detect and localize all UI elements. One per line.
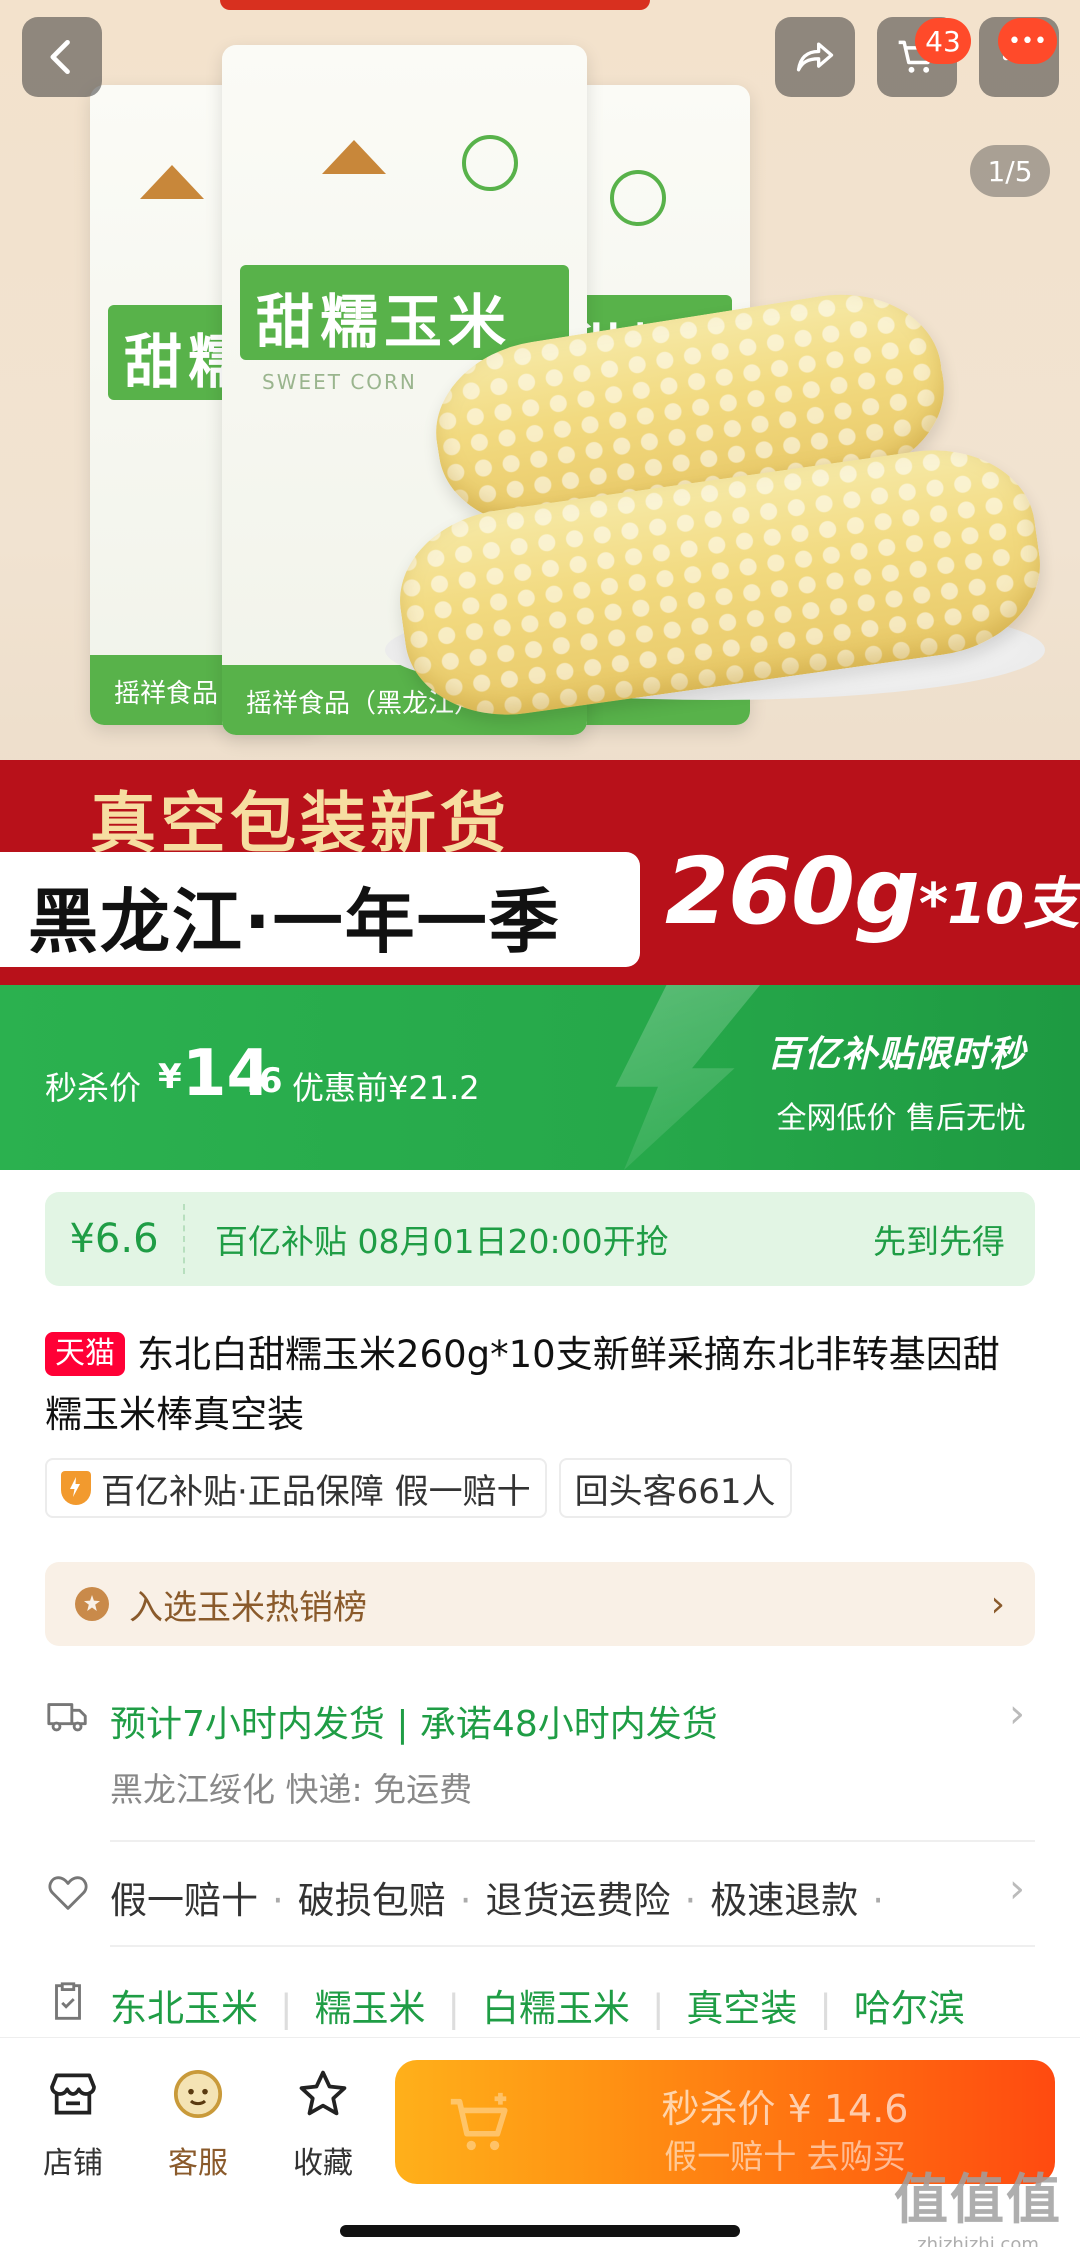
keywords-row: 东北玉米 | 糯玉米 | 白糯玉米 | 真空装 | 哈尔滨 — [45, 1978, 1035, 2030]
product-title-text: 东北白甜糯玉米260g*10支新鲜采摘东北非转基因甜糯玉米棒真空装 — [45, 1333, 1000, 1436]
hero-slogan: 黑龙江·一年一季 — [28, 881, 561, 963]
favorite-label: 收藏 — [293, 2146, 353, 2181]
truck-icon — [47, 1703, 87, 1732]
flash-sale-bar: 秒杀价 ¥ 14 .6 优惠前¥21.2 百亿补贴限时秒 全网低价 售后无忧 — [0, 985, 1080, 1170]
coupon-description: 百亿补贴 08月01日20:00开抢 — [215, 1222, 669, 1261]
subsidy-coupon[interactable]: ¥6.6 百亿补贴 08月01日20:00开抢 先到先得 — [45, 1192, 1035, 1286]
weight-main: 260g — [665, 838, 920, 945]
guarantee-tags: 百亿补贴·正品保障 假一赔十 回头客661人 — [45, 1458, 792, 1518]
cart-count-badge: 43 — [915, 18, 971, 64]
brand-logo-icon — [140, 165, 204, 199]
store-icon — [50, 2073, 96, 2115]
keyword-tag[interactable]: 东北玉米 — [110, 1987, 258, 2030]
shipping-origin: 黑龙江绥化 快递: 免运费 — [110, 1770, 473, 1809]
keyword-tag[interactable]: 真空装 — [686, 1987, 797, 2030]
original-price: 优惠前¥21.2 — [292, 1069, 480, 1107]
lightning-icon — [615, 985, 760, 1170]
watermark-logo: 值值值 — [894, 2168, 1062, 2231]
customer-service-button[interactable]: 客服 — [143, 2066, 253, 2182]
product-title: 天猫 东北白甜糯玉米260g*10支新鲜采摘东北非转基因甜糯玉米棒真空装 — [45, 1325, 1035, 1445]
medal-icon — [75, 1587, 109, 1621]
divider — [110, 1945, 1035, 1947]
coupon-action: 先到先得 — [873, 1222, 1005, 1261]
back-button[interactable] — [22, 17, 102, 97]
divider — [110, 1840, 1035, 1842]
image-counter: 1/5 — [970, 145, 1050, 197]
shipping-estimate: 预计7小时内发货 | 承诺48小时内发货 — [110, 1704, 718, 1745]
shop-label: 店铺 — [43, 2146, 103, 2181]
guarantee-tag-label: 百亿补贴·正品保障 假一赔十 — [101, 1471, 531, 1512]
service-item: 退货运费险 — [485, 1879, 671, 1922]
guarantee-tag[interactable]: 百亿补贴·正品保障 假一赔十 — [45, 1458, 547, 1518]
shipping-row[interactable]: 预计7小时内发货 | 承诺48小时内发货 黑龙江绥化 快递: 免运费 › — [45, 1691, 1035, 1815]
brand-logo-icon — [322, 140, 386, 174]
keyword-list: 东北玉米 | 糯玉米 | 白糯玉米 | 真空装 | 哈尔滨 — [110, 1987, 965, 2030]
hot-sale-rank-link[interactable]: 入选玉米热销榜 › — [45, 1562, 1035, 1646]
back-arrow-icon — [50, 39, 70, 75]
shield-icon — [61, 1471, 91, 1505]
product-image-carousel[interactable]: 甜糯玉米 摇祥食品（黑龙江） 甜糯玉米 甜糯玉米 SWEET CORN 摇祥食品… — [0, 0, 1080, 985]
site-watermark: 值值值 zhizhizhi.com — [894, 2155, 1062, 2247]
customer-service-icon — [173, 2069, 223, 2119]
service-item: 破损包赔 — [297, 1879, 446, 1922]
weight-qty: *10支 — [918, 872, 1079, 937]
share-button[interactable] — [775, 17, 855, 97]
subsidy-tagline: 全网低价 售后无忧 — [776, 1101, 1026, 1136]
heart-shield-icon — [48, 1876, 88, 1910]
star-icon — [299, 2070, 347, 2116]
favorite-button[interactable]: 收藏 — [268, 2066, 378, 2182]
tmall-badge: 天猫 — [45, 1332, 125, 1376]
home-indicator[interactable] — [340, 2225, 740, 2237]
certification-logo-icon — [462, 135, 518, 191]
subsidy-brand: 百亿补贴限时秒 — [766, 1034, 1026, 1075]
hero-weight: 260g*10支 — [665, 838, 1079, 945]
hero-slogan-bar: 黑龙江·一年一季 — [0, 852, 640, 967]
sale-price-decimal: .6 — [246, 1061, 283, 1101]
share-icon — [796, 42, 834, 72]
repeat-customers-tag: 回头客661人 — [558, 1458, 792, 1518]
product-photo: 甜糯玉米 摇祥食品（黑龙江） 甜糯玉米 甜糯玉米 SWEET CORN 摇祥食品… — [0, 0, 1080, 780]
sale-price-currency: ¥ — [158, 1057, 182, 1097]
certification-logo-icon — [610, 170, 666, 226]
coupon-amount: ¥6.6 — [45, 1204, 185, 1274]
shop-button[interactable]: 店铺 — [18, 2066, 128, 2182]
keyword-tag[interactable]: 糯玉米 — [314, 1987, 425, 2030]
sale-price-label: 秒杀价 — [45, 1069, 142, 1107]
keyword-tag[interactable]: 白糯玉米 — [482, 1987, 630, 2030]
service-guarantees-row[interactable]: 假一赔十 · 破损包赔 · 退货运费险 · 极速退款 · › — [45, 1866, 1035, 1922]
watermark-url: zhizhizhi.com — [917, 2234, 1039, 2247]
message-badge: ••• — [998, 18, 1057, 64]
repeat-customers-label: 回头客661人 — [574, 1471, 776, 1512]
buy-price-label: 秒杀价 ¥ 14.6 — [661, 2087, 909, 2131]
chevron-right-icon: › — [1009, 1866, 1025, 1912]
clipboard-icon — [55, 1982, 81, 2020]
chevron-right-icon: › — [990, 1583, 1005, 1625]
service-item: 极速退款 — [710, 1879, 859, 1922]
keyword-tag[interactable]: 哈尔滨 — [854, 1987, 965, 2030]
rank-label: 入选玉米热销榜 — [129, 1587, 367, 1628]
package-subtitle: SWEET CORN — [262, 370, 417, 394]
customer-service-label: 客服 — [168, 2146, 228, 2181]
service-item: 假一赔十 — [110, 1879, 258, 1922]
chevron-right-icon: › — [1009, 1691, 1025, 1737]
service-list: 假一赔十 · 破损包赔 · 退货运费险 · 极速退款 · — [110, 1879, 885, 1922]
